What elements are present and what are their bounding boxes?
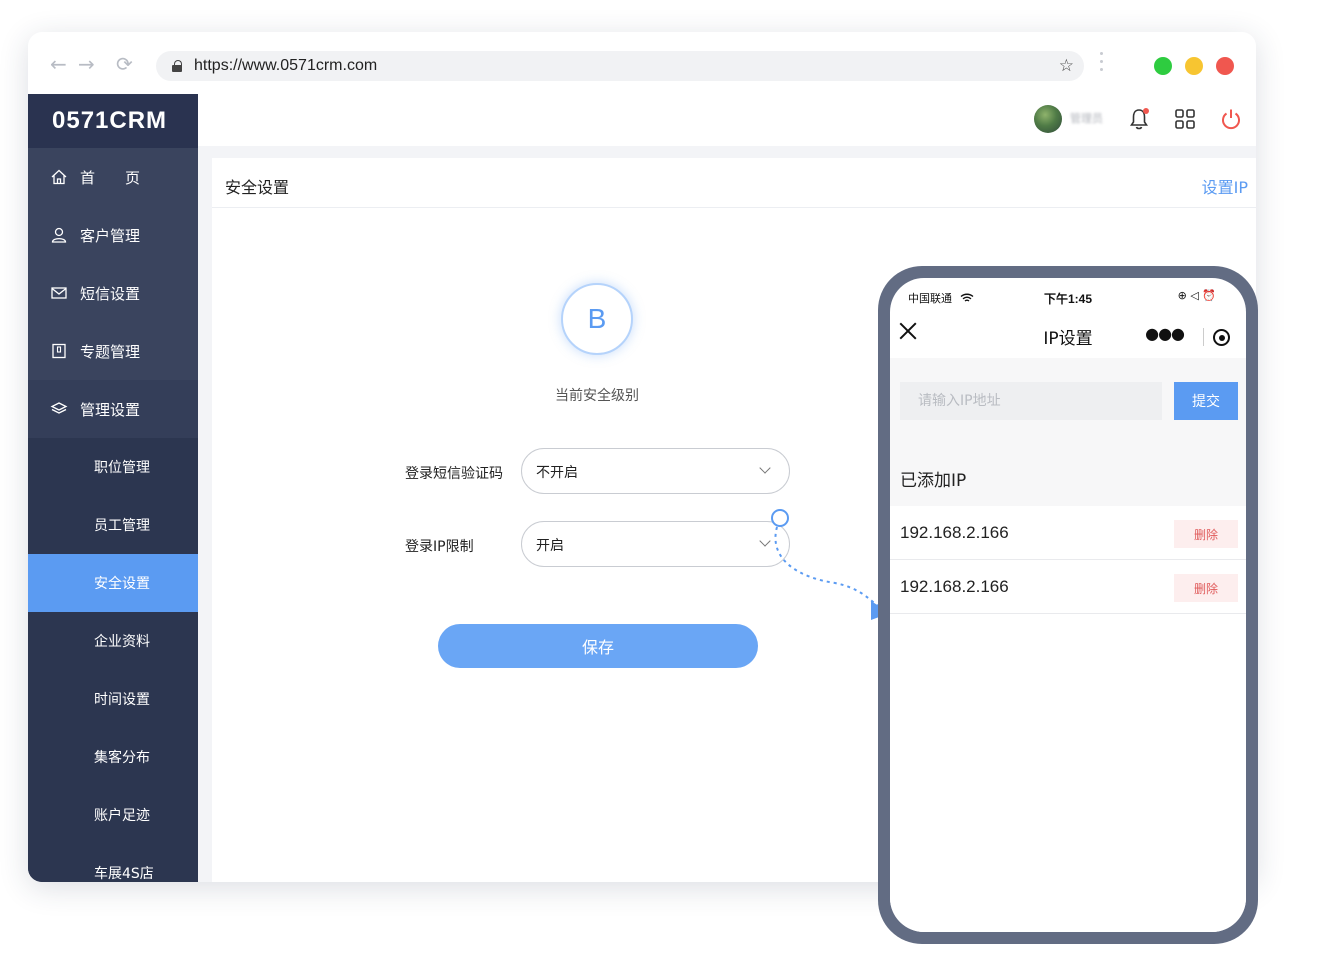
window-close-button[interactable] — [1216, 57, 1234, 75]
ip-limit-select[interactable]: 开启 — [521, 521, 790, 567]
sms-verification-select[interactable]: 不开启 — [521, 448, 790, 494]
carrier-label: 中国联通 — [908, 290, 974, 306]
phone-status-bar: 中国联通 下午1:45 ⊕ ◁ ⏰ — [890, 278, 1246, 308]
ip-list-item: 192.168.2.166 删除 — [890, 506, 1246, 560]
chevron-down-icon — [759, 462, 771, 474]
sidebar-item-label: 客户管理 — [80, 226, 141, 245]
sidebar-item-label: 首 页 — [80, 168, 141, 187]
added-ip-title: 已添加IP — [900, 471, 967, 491]
wifi-icon — [960, 293, 973, 302]
sidebar-item-admin-settings[interactable]: 管理设置 — [28, 380, 198, 438]
sidebar-subitem-security[interactable]: 安全设置 — [28, 554, 198, 612]
address-bar[interactable]: https://www.0571crm.com ☆ — [156, 51, 1084, 81]
book-icon — [52, 343, 66, 359]
phone-body: 提交 已添加IP 192.168.2.166 删除 192.168.2.166 … — [890, 358, 1246, 932]
sidebar-subitem-distribution[interactable]: 集客分布 — [28, 728, 198, 786]
ip-value: 192.168.2.166 — [900, 523, 1009, 542]
bell-icon[interactable] — [1126, 106, 1152, 132]
ip-address-input[interactable] — [900, 382, 1162, 420]
miniapp-close-icon[interactable] — [1213, 329, 1230, 346]
sidebar-item-label: 专题管理 — [80, 342, 141, 361]
save-button[interactable]: 保存 — [438, 624, 758, 668]
sms-verification-label: 登录短信验证码 — [405, 466, 503, 482]
status-icons: ⊕ ◁ ⏰ — [1177, 289, 1216, 302]
avatar[interactable] — [1034, 105, 1062, 133]
sidebar-item-label: 管理设置 — [80, 400, 141, 419]
reload-icon[interactable]: ⟳ — [116, 54, 133, 74]
sidebar-subitem-company[interactable]: 企业资料 — [28, 612, 198, 670]
chevron-down-icon — [759, 535, 771, 547]
status-time: 下午1:45 — [1044, 292, 1093, 306]
bookmark-star-icon[interactable]: ☆ — [1059, 56, 1074, 76]
set-ip-link[interactable]: 设置IP — [1202, 174, 1248, 198]
ip-list-item: 192.168.2.166 删除 — [890, 560, 1246, 614]
ip-limit-value: 开启 — [536, 538, 564, 554]
sidebar-item-sms[interactable]: 短信设置 — [28, 264, 198, 322]
ip-limit-label: 登录IP限制 — [405, 539, 474, 555]
sidebar-item-customers[interactable]: 客户管理 — [28, 206, 198, 264]
sidebar-item-label: 短信设置 — [80, 284, 141, 303]
sidebar-subitem-positions[interactable]: 职位管理 — [28, 438, 198, 496]
more-menu-icon[interactable]: ●●● — [1145, 324, 1185, 343]
browser-menu-icon[interactable] — [1100, 52, 1104, 76]
user-icon — [51, 227, 67, 243]
phone-mockup: 中国联通 下午1:45 ⊕ ◁ ⏰ IP设置 ●●● 提交 已添加IP 192.… — [878, 266, 1258, 944]
security-level-badge: B — [561, 283, 633, 355]
browser-toolbar: ← → ⟳ https://www.0571crm.com ☆ — [28, 32, 1256, 94]
submit-button[interactable]: 提交 — [1174, 382, 1238, 420]
app-header: 管理员 — [198, 94, 1256, 146]
power-icon[interactable] — [1218, 106, 1244, 132]
url-text[interactable]: https://www.0571crm.com — [194, 57, 377, 75]
security-level-label: 当前安全级别 — [555, 388, 639, 404]
forward-arrow-icon[interactable]: → — [78, 54, 95, 74]
layers-icon — [50, 402, 68, 414]
delete-ip-button[interactable]: 删除 — [1174, 574, 1238, 602]
phone-page-title: IP设置 — [1043, 329, 1093, 349]
page-title: 安全设置 — [225, 178, 290, 197]
sidebar-subitem-employees[interactable]: 员工管理 — [28, 496, 198, 554]
sms-verification-value: 不开启 — [536, 465, 578, 481]
sidebar-item-home[interactable]: 首 页 — [28, 148, 198, 206]
sidebar-subitem-time[interactable]: 时间设置 — [28, 670, 198, 728]
window-minimize-button[interactable] — [1185, 57, 1203, 75]
logo[interactable]: 0571CRM — [28, 94, 198, 148]
sidebar-item-topics[interactable]: 专题管理 — [28, 322, 198, 380]
lock-icon — [172, 60, 182, 72]
phone-screen: 中国联通 下午1:45 ⊕ ◁ ⏰ IP设置 ●●● 提交 已添加IP 192.… — [890, 278, 1246, 932]
logo-text: 0571CRM — [52, 107, 168, 134]
phone-nav-bar: IP设置 ●●● — [890, 310, 1246, 356]
sidebar-menu: 首 页 客户管理 短信设置 专题管理 — [28, 148, 198, 380]
sidebar-subitem-footprint[interactable]: 账户足迹 — [28, 786, 198, 844]
qr-code-icon[interactable] — [1172, 106, 1198, 132]
sidebar-subitem-4s-store[interactable]: 车展4S店 — [28, 844, 198, 882]
user-name[interactable]: 管理员 — [1070, 110, 1103, 126]
mail-icon — [51, 287, 67, 299]
home-icon — [51, 169, 67, 185]
ip-value: 192.168.2.166 — [900, 577, 1009, 596]
delete-ip-button[interactable]: 删除 — [1174, 520, 1238, 548]
back-arrow-icon[interactable]: ← — [50, 54, 67, 74]
window-maximize-button[interactable] — [1154, 57, 1172, 75]
sidebar: 0571CRM 首 页 客户管理 短信设置 专题管理 管理设置 职位管理 员工管… — [28, 94, 198, 882]
content-header: 安全设置 设置IP — [212, 158, 1256, 208]
ip-input-area: 提交 已添加IP — [890, 358, 1246, 528]
nav-divider — [1203, 328, 1204, 346]
